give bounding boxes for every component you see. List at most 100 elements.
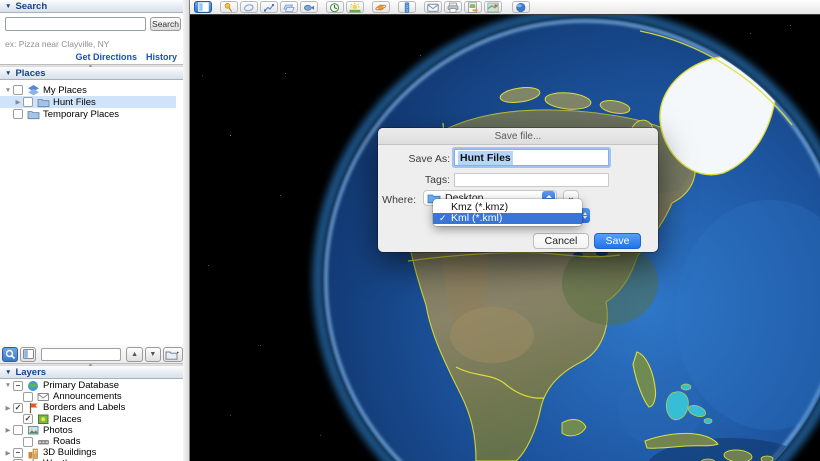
search-panel-title: Search <box>15 0 48 12</box>
move-down-button[interactable]: ▼ <box>144 346 161 362</box>
places-panel: ▼ Places ▼ My Places ▶ Hunt Files Tempor… <box>0 67 183 345</box>
checkbox-mixed[interactable]: – <box>13 380 23 391</box>
tree-label[interactable]: Hunt Files <box>53 97 96 108</box>
save-button[interactable]: Save <box>594 233 641 249</box>
tags-input[interactable] <box>454 173 609 187</box>
history-link[interactable]: History <box>146 52 177 62</box>
disclosure-open-icon[interactable]: ▼ <box>3 382 13 389</box>
search-places-button[interactable] <box>2 346 19 362</box>
menu-item-kml[interactable]: ✓ Kml (*.kml) <box>433 212 582 224</box>
puerto-rico <box>760 455 774 461</box>
collapse-triangle-icon[interactable]: ▼ <box>5 70 11 77</box>
sidebar: ▼ Search Search ex: Pizza near Clayville… <box>0 0 183 461</box>
sidebar-resize-handle[interactable] <box>183 0 190 461</box>
tree-label[interactable]: Announcements <box>53 391 122 402</box>
search-panel: ▼ Search Search ex: Pizza near Clayville… <box>0 0 183 64</box>
earth-viewport[interactable]: Save file... Save As: Hunt Files Tags: W… <box>190 15 820 461</box>
historical-imagery-button[interactable] <box>326 1 344 13</box>
ruler-button[interactable] <box>398 1 416 13</box>
checkbox[interactable] <box>13 425 23 436</box>
places-panel-header[interactable]: ▼ Places <box>0 67 183 80</box>
checkmark-icon: ✓ <box>439 212 447 223</box>
file-format-menu: Kmz (*.kmz) ✓ Kml (*.kml) <box>433 199 582 226</box>
checkbox[interactable] <box>23 436 33 447</box>
tree-label[interactable]: Roads <box>53 436 80 447</box>
disclosure-closed-icon[interactable]: ▶ <box>3 404 13 412</box>
places-panel-title: Places <box>15 67 46 79</box>
checkbox-checked[interactable]: ✓ <box>13 402 23 413</box>
layer-row-photos[interactable]: ▶ Photos <box>0 425 176 436</box>
toolbar <box>190 0 820 15</box>
disclosure-open-icon[interactable]: ▼ <box>3 87 13 94</box>
earth-database-icon <box>27 380 40 392</box>
save-image-button[interactable] <box>464 1 482 13</box>
move-up-button[interactable]: ▲ <box>126 346 143 362</box>
save-as-label: Save As: <box>408 153 450 165</box>
disclosure-closed-icon[interactable]: ▶ <box>3 449 13 457</box>
cancel-button[interactable]: Cancel <box>533 233 589 249</box>
tree-label[interactable]: Places <box>53 414 82 425</box>
layer-row-3d-buildings[interactable]: ▶ – 3D Buildings <box>0 447 176 459</box>
checkbox[interactable] <box>13 85 23 95</box>
folder-menu-button[interactable] <box>162 346 183 362</box>
tree-label[interactable]: Photos <box>43 425 73 436</box>
disclosure-closed-icon[interactable]: ▶ <box>13 98 23 106</box>
add-path-button[interactable] <box>260 1 278 13</box>
search-button[interactable]: Search <box>150 17 181 31</box>
main-area: Save file... Save As: Hunt Files Tags: W… <box>190 0 820 461</box>
layers-panel: ▼ Layers ▼ – Primary Database Announceme… <box>0 366 183 461</box>
checkbox-checked[interactable]: ✓ <box>23 414 33 425</box>
checkbox[interactable] <box>23 391 33 402</box>
save-file-dialog: Save file... Save As: Hunt Files Tags: W… <box>378 128 658 252</box>
search-input[interactable] <box>5 17 146 31</box>
checkbox[interactable] <box>23 97 33 107</box>
save-as-input[interactable]: Hunt Files <box>454 149 609 166</box>
places-row-my-places[interactable]: ▼ My Places <box>0 84 176 96</box>
planets-button[interactable] <box>372 1 390 13</box>
email-button[interactable] <box>424 1 442 13</box>
layers-panel-header[interactable]: ▼ Layers <box>0 366 183 379</box>
places-filter-input[interactable] <box>41 347 122 361</box>
menu-item-kmz[interactable]: Kmz (*.kmz) <box>433 201 582 213</box>
sidebar-toggle-button[interactable] <box>194 1 212 13</box>
checkbox-mixed[interactable]: – <box>13 447 23 458</box>
collapse-triangle-icon[interactable]: ▼ <box>5 3 11 10</box>
my-places-icon <box>27 84 40 96</box>
earth-sphere-button[interactable] <box>512 1 530 13</box>
layer-row-places[interactable]: ✓ Places <box>0 414 176 425</box>
checkbox[interactable] <box>13 109 23 119</box>
tree-label[interactable]: Primary Database <box>43 380 119 391</box>
folder-icon <box>37 96 50 108</box>
disclosure-closed-icon[interactable]: ▶ <box>3 426 13 434</box>
add-polygon-button[interactable] <box>240 1 258 13</box>
tree-label[interactable]: 3D Buildings <box>43 447 96 458</box>
add-placemark-button[interactable] <box>220 1 238 13</box>
tree-label[interactable]: Borders and Labels <box>43 402 125 413</box>
layer-row-announcements[interactable]: Announcements <box>0 391 176 402</box>
tree-label[interactable]: Temporary Places <box>43 109 119 120</box>
flag-icon <box>27 402 40 414</box>
view-columns-button[interactable] <box>20 346 37 362</box>
layer-row-primary-database[interactable]: ▼ – Primary Database <box>0 380 176 391</box>
record-tour-button[interactable] <box>300 1 318 13</box>
get-directions-link[interactable]: Get Directions <box>75 52 137 62</box>
layer-row-borders-and-labels[interactable]: ▶ ✓ Borders and Labels <box>0 402 176 413</box>
collapse-triangle-icon[interactable]: ▼ <box>5 369 11 376</box>
place-marker-icon <box>37 413 50 425</box>
selected-text: Hunt Files <box>458 150 513 165</box>
places-row-temporary-places[interactable]: Temporary Places <box>0 108 176 120</box>
where-label: Where: <box>382 194 416 206</box>
places-row-hunt-files[interactable]: ▶ Hunt Files <box>0 96 176 108</box>
layers-panel-title: Layers <box>15 366 47 378</box>
search-panel-header[interactable]: ▼ Search <box>0 0 183 13</box>
sunlight-button[interactable] <box>346 1 364 13</box>
view-in-google-maps-button[interactable] <box>484 1 502 13</box>
tree-label[interactable]: My Places <box>43 85 87 96</box>
print-button[interactable] <box>444 1 462 13</box>
road-icon <box>37 436 50 448</box>
popup-stepper-icon <box>583 212 587 219</box>
places-toolbar: ▲ ▼ <box>0 345 183 363</box>
layer-row-roads[interactable]: Roads <box>0 436 176 447</box>
search-example-hint: ex: Pizza near Clayville, NY <box>5 39 110 49</box>
add-image-overlay-button[interactable] <box>280 1 298 13</box>
